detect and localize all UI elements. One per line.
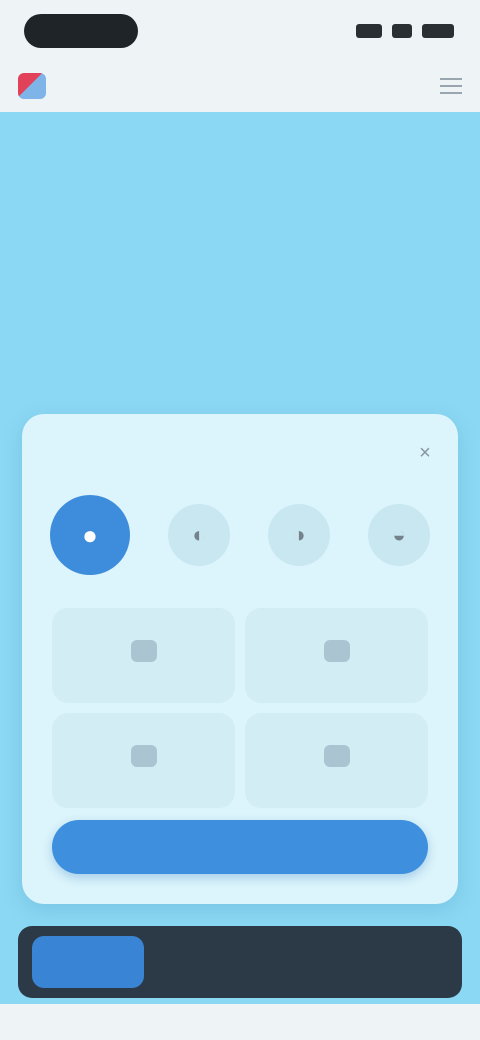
option-tile-2[interactable] xyxy=(245,608,428,703)
close-icon[interactable]: × xyxy=(414,442,436,464)
nav-tab-2[interactable] xyxy=(242,80,262,92)
bottom-banner xyxy=(18,926,462,998)
nav-tabs xyxy=(64,80,440,92)
menu-icon[interactable] xyxy=(440,78,462,94)
mode-3-icon[interactable]: ◑ xyxy=(268,504,330,566)
mode-2-icon[interactable]: ◐ xyxy=(168,504,230,566)
option-tile-3[interactable] xyxy=(52,713,235,808)
option-tile-1[interactable] xyxy=(52,608,235,703)
signal-icon xyxy=(356,24,382,38)
app-logo[interactable] xyxy=(18,73,46,99)
option-3-icon xyxy=(130,744,157,767)
battery-icon xyxy=(422,24,454,38)
mode-4-icon[interactable]: ◒ xyxy=(368,504,430,566)
top-nav xyxy=(0,60,480,112)
option-tile-4[interactable] xyxy=(245,713,428,808)
option-2-icon xyxy=(323,639,350,662)
banner-button[interactable] xyxy=(32,936,144,988)
mode-1-icon[interactable]: ● xyxy=(50,495,130,575)
option-1-icon xyxy=(130,639,157,662)
option-4-icon xyxy=(323,744,350,767)
home-indicator-area xyxy=(0,1004,480,1040)
mode-selector: ● ◐ ◑ ◒ xyxy=(50,494,430,576)
nav-tab-3[interactable] xyxy=(367,80,387,92)
wifi-icon xyxy=(392,24,412,38)
primary-action-button[interactable] xyxy=(52,820,428,874)
option-grid xyxy=(52,608,428,808)
status-bar xyxy=(0,0,480,60)
settings-card: × ● ◐ ◑ ◒ xyxy=(22,414,458,904)
nav-tab-1[interactable] xyxy=(117,80,137,92)
status-time xyxy=(24,14,138,48)
card-header: × xyxy=(22,438,458,468)
status-icons xyxy=(356,18,454,44)
